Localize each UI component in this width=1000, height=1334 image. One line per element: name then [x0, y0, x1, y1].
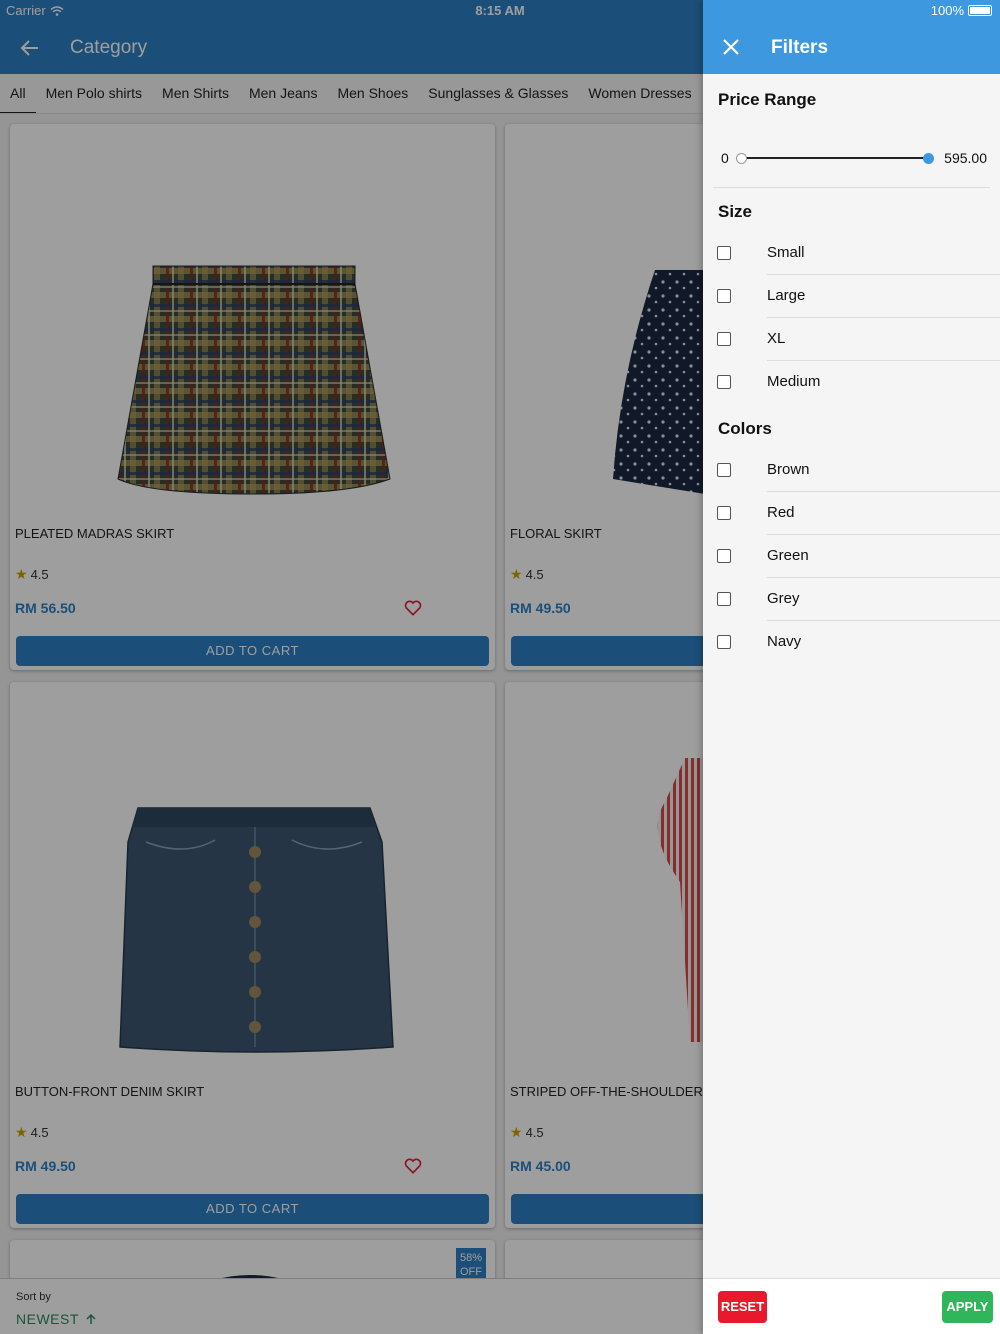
size-option-xl[interactable]: XL: [703, 318, 1000, 361]
colors-title: Colors: [718, 419, 772, 438]
close-button[interactable]: [721, 37, 741, 57]
checkbox[interactable]: [717, 375, 731, 389]
price-range-title: Price Range: [718, 90, 817, 109]
filters-drawer: 100% Filters Price Range 0 595.00 Size S…: [703, 0, 1000, 1334]
checkbox[interactable]: [717, 592, 731, 606]
color-option-navy[interactable]: Navy: [703, 621, 1000, 664]
apply-button[interactable]: APPLY: [942, 1291, 993, 1323]
option-label: Green: [767, 547, 809, 564]
battery-icon: [968, 5, 992, 16]
color-option-red[interactable]: Red: [703, 492, 1000, 535]
color-option-grey[interactable]: Grey: [703, 578, 1000, 621]
size-option-small[interactable]: Small: [703, 232, 1000, 275]
checkbox[interactable]: [717, 332, 731, 346]
checkbox[interactable]: [717, 246, 731, 260]
option-label: Small: [767, 244, 805, 261]
option-label: Large: [767, 287, 806, 304]
option-label: Red: [767, 504, 795, 521]
size-option-medium[interactable]: Medium: [703, 361, 1000, 404]
checkbox[interactable]: [717, 463, 731, 477]
divider: [713, 187, 990, 188]
checkbox[interactable]: [717, 289, 731, 303]
filters-footer: RESET APPLY: [703, 1278, 1000, 1334]
option-label: Medium: [767, 373, 821, 390]
reset-button[interactable]: RESET: [718, 1291, 767, 1323]
checkbox[interactable]: [717, 549, 731, 563]
size-option-large[interactable]: Large: [703, 275, 1000, 318]
price-max-handle[interactable]: [923, 153, 934, 164]
option-label: Navy: [767, 633, 802, 650]
battery-indicator: 100%: [931, 3, 992, 18]
battery-label: 100%: [930, 3, 964, 18]
price-min-value: 0: [721, 150, 729, 166]
color-option-brown[interactable]: Brown: [703, 449, 1000, 492]
price-max-value: 595.00: [944, 150, 987, 166]
price-min-handle[interactable]: [736, 153, 747, 164]
option-label: XL: [767, 330, 786, 347]
price-slider-track[interactable]: [741, 157, 929, 159]
filters-header: 100% Filters: [703, 0, 1000, 74]
checkbox[interactable]: [717, 635, 731, 649]
checkbox[interactable]: [717, 506, 731, 520]
close-icon: [723, 39, 739, 55]
color-option-green[interactable]: Green: [703, 535, 1000, 578]
option-label: Brown: [767, 461, 810, 478]
filters-title: Filters: [771, 37, 829, 58]
option-label: Grey: [767, 590, 800, 607]
size-title: Size: [718, 202, 753, 221]
